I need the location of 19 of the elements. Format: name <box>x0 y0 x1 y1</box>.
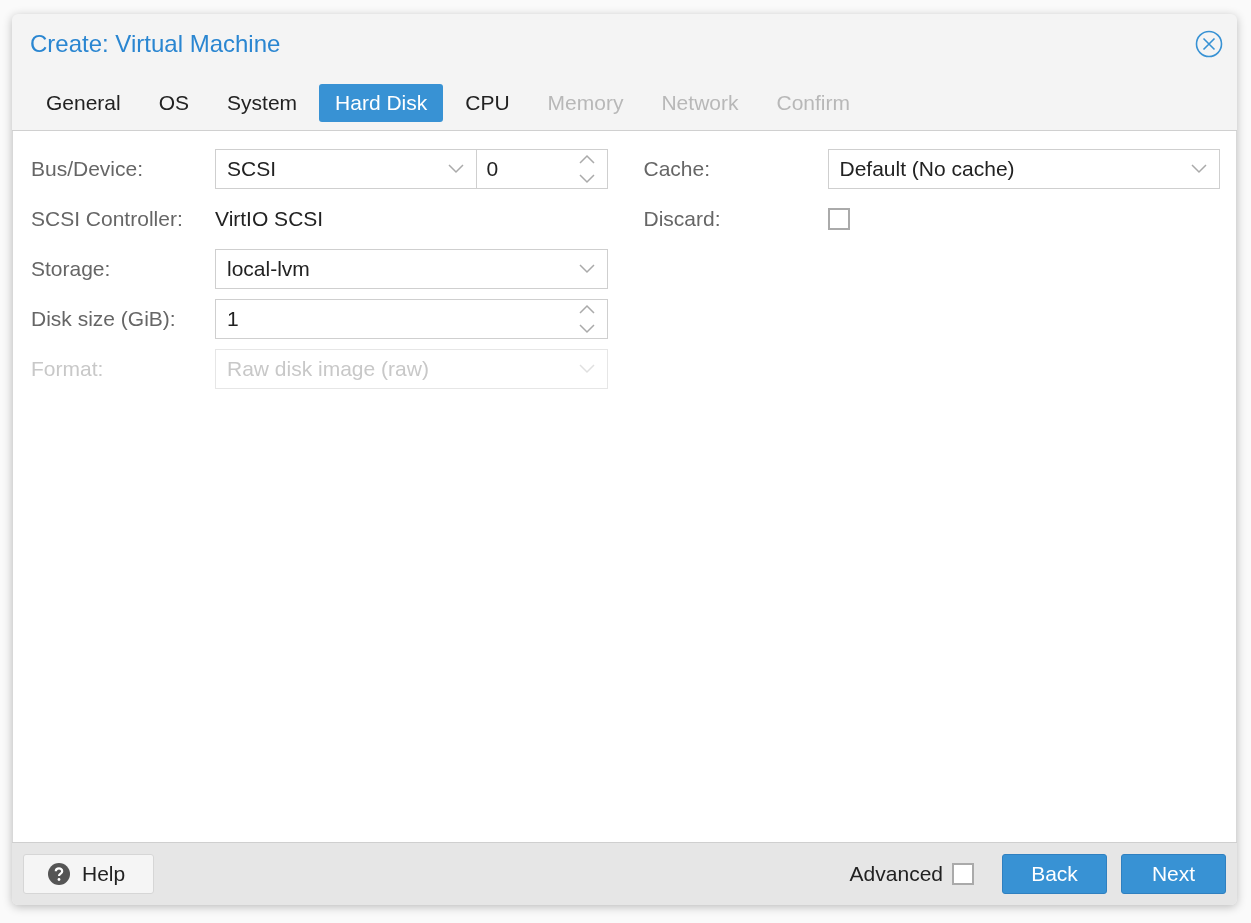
advanced-label: Advanced <box>849 862 943 886</box>
field-label: Cache: <box>643 157 712 181</box>
field-label: Bus/Device: <box>31 157 145 181</box>
dropdown-field[interactable]: Default (No cache) <box>827 149 1220 189</box>
field-value: VirtIO SCSI <box>215 207 324 231</box>
help-button[interactable]: Help <box>23 854 155 894</box>
number-field[interactable]: 0 <box>476 149 608 189</box>
number-field[interactable]: 1 <box>215 299 608 339</box>
tab[interactable]: System <box>211 84 314 122</box>
field-label: Storage: <box>31 257 112 281</box>
dropdown-field[interactable]: SCSI <box>215 149 477 189</box>
tab[interactable]: CPU <box>449 84 526 122</box>
field-label: Discard: <box>643 207 722 231</box>
field-label: Disk size (GiB): <box>31 307 177 331</box>
window-title: Create: Virtual Machine <box>30 30 282 58</box>
tab[interactable]: General <box>30 84 137 122</box>
tab[interactable]: OS <box>142 84 206 122</box>
field-label: SCSI Controller: <box>31 207 184 231</box>
dropdown-field[interactable]: local-lvm <box>215 249 608 289</box>
